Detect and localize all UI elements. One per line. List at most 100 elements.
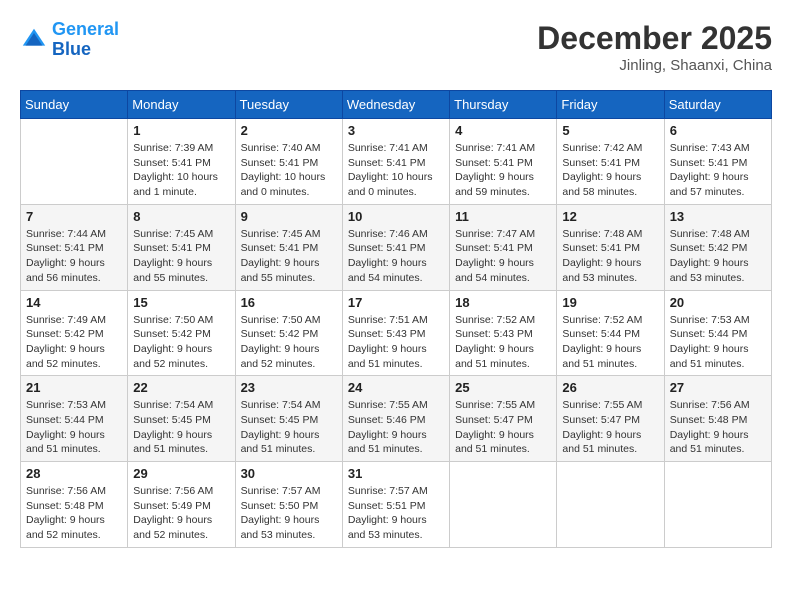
calendar-cell: 10 Sunrise: 7:46 AMSunset: 5:41 PMDayligh… [342, 204, 449, 290]
day-detail: Sunrise: 7:50 AMSunset: 5:42 PMDaylight:… [133, 313, 229, 372]
day-detail: Sunrise: 7:46 AMSunset: 5:41 PMDaylight:… [348, 227, 444, 286]
calendar-cell [557, 462, 664, 548]
day-number: 25 [455, 380, 551, 395]
day-number: 20 [670, 295, 766, 310]
day-number: 29 [133, 466, 229, 481]
calendar-cell: 19 Sunrise: 7:52 AMSunset: 5:44 PMDayligh… [557, 290, 664, 376]
header-day-thursday: Thursday [450, 91, 557, 119]
day-number: 13 [670, 209, 766, 224]
week-row-4: 28Sunrise: 7:56 AMSunset: 5:48 PMDayligh… [21, 462, 772, 548]
day-detail: Sunrise: 7:40 AMSunset: 5:41 PMDaylight:… [241, 141, 337, 200]
day-number: 2 [241, 123, 337, 138]
day-number: 23 [241, 380, 337, 395]
day-number: 21 [26, 380, 122, 395]
page-header: General Blue December 2025 Jinling, Shaa… [20, 20, 772, 74]
day-number: 31 [348, 466, 444, 481]
calendar-cell: 6 Sunrise: 7:43 AMSunset: 5:41 PMDaylight… [664, 119, 771, 205]
day-detail: Sunrise: 7:41 AMSunset: 5:41 PMDaylight:… [455, 141, 551, 200]
day-detail: Sunrise: 7:48 AMSunset: 5:41 PMDaylight:… [562, 227, 658, 286]
day-detail: Sunrise: 7:48 AMSunset: 5:42 PMDaylight:… [670, 227, 766, 286]
day-number: 28 [26, 466, 122, 481]
calendar-cell: 13 Sunrise: 7:48 AMSunset: 5:42 PMDayligh… [664, 204, 771, 290]
day-detail: Sunrise: 7:45 AMSunset: 5:41 PMDaylight:… [241, 227, 337, 286]
calendar-cell: 27 Sunrise: 7:56 AMSunset: 5:48 PMDayligh… [664, 376, 771, 462]
day-detail: Sunrise: 7:52 AMSunset: 5:43 PMDaylight:… [455, 313, 551, 372]
calendar-cell: 4 Sunrise: 7:41 AMSunset: 5:41 PMDaylight… [450, 119, 557, 205]
day-detail: Sunrise: 7:50 AMSunset: 5:42 PMDaylight:… [241, 313, 337, 372]
day-number: 8 [133, 209, 229, 224]
day-number: 3 [348, 123, 444, 138]
calendar-cell: 30Sunrise: 7:57 AMSunset: 5:50 PMDayligh… [235, 462, 342, 548]
calendar-cell: 18 Sunrise: 7:52 AMSunset: 5:43 PMDayligh… [450, 290, 557, 376]
calendar-cell: 28Sunrise: 7:56 AMSunset: 5:48 PMDayligh… [21, 462, 128, 548]
day-detail: Sunrise: 7:44 AMSunset: 5:41 PMDaylight:… [26, 227, 122, 286]
day-number: 1 [133, 123, 229, 138]
day-detail: Sunrise: 7:41 AMSunset: 5:41 PMDaylight:… [348, 141, 444, 200]
day-number: 4 [455, 123, 551, 138]
location: Jinling, Shaanxi, China [537, 57, 772, 74]
logo: General Blue [20, 20, 119, 60]
day-number: 11 [455, 209, 551, 224]
calendar-cell: 26Sunrise: 7:55 AMSunset: 5:47 PMDayligh… [557, 376, 664, 462]
day-detail: Sunrise: 7:57 AMSunset: 5:51 PMDaylight:… [348, 484, 444, 543]
day-detail: Sunrise: 7:54 AMSunset: 5:45 PMDaylight:… [241, 398, 337, 457]
calendar-cell: 5Sunrise: 7:42 AMSunset: 5:41 PMDaylight… [557, 119, 664, 205]
calendar-cell: 12 Sunrise: 7:48 AMSunset: 5:41 PMDayligh… [557, 204, 664, 290]
calendar-cell [450, 462, 557, 548]
day-detail: Sunrise: 7:56 AMSunset: 5:48 PMDaylight:… [670, 398, 766, 457]
calendar-cell: 20 Sunrise: 7:53 AMSunset: 5:44 PMDayligh… [664, 290, 771, 376]
day-number: 24 [348, 380, 444, 395]
month-title: December 2025 [537, 20, 772, 57]
calendar-cell: 11 Sunrise: 7:47 AMSunset: 5:41 PMDayligh… [450, 204, 557, 290]
day-number: 18 [455, 295, 551, 310]
calendar-cell: 1Sunrise: 7:39 AMSunset: 5:41 PMDaylight… [128, 119, 235, 205]
header-day-sunday: Sunday [21, 91, 128, 119]
day-detail: Sunrise: 7:47 AMSunset: 5:41 PMDaylight:… [455, 227, 551, 286]
day-number: 10 [348, 209, 444, 224]
week-row-2: 14Sunrise: 7:49 AMSunset: 5:42 PMDayligh… [21, 290, 772, 376]
day-detail: Sunrise: 7:53 AMSunset: 5:44 PMDaylight:… [26, 398, 122, 457]
day-detail: Sunrise: 7:43 AMSunset: 5:41 PMDaylight:… [670, 141, 766, 200]
calendar-cell [664, 462, 771, 548]
day-number: 19 [562, 295, 658, 310]
day-number: 6 [670, 123, 766, 138]
calendar-cell [21, 119, 128, 205]
header-day-monday: Monday [128, 91, 235, 119]
day-number: 30 [241, 466, 337, 481]
day-detail: Sunrise: 7:45 AMSunset: 5:41 PMDaylight:… [133, 227, 229, 286]
day-detail: Sunrise: 7:42 AMSunset: 5:41 PMDaylight:… [562, 141, 658, 200]
day-detail: Sunrise: 7:54 AMSunset: 5:45 PMDaylight:… [133, 398, 229, 457]
week-row-3: 21 Sunrise: 7:53 AMSunset: 5:44 PMDayligh… [21, 376, 772, 462]
day-number: 14 [26, 295, 122, 310]
day-number: 12 [562, 209, 658, 224]
day-number: 7 [26, 209, 122, 224]
title-block: December 2025 Jinling, Shaanxi, China [537, 20, 772, 74]
header-day-wednesday: Wednesday [342, 91, 449, 119]
logo-text: General Blue [52, 20, 119, 60]
calendar-header-row: SundayMondayTuesdayWednesdayThursdayFrid… [21, 91, 772, 119]
calendar-cell: 16 Sunrise: 7:50 AMSunset: 5:42 PMDayligh… [235, 290, 342, 376]
day-number: 16 [241, 295, 337, 310]
day-number: 26 [562, 380, 658, 395]
calendar-cell: 3 Sunrise: 7:41 AMSunset: 5:41 PMDaylight… [342, 119, 449, 205]
calendar-cell: 17Sunrise: 7:51 AMSunset: 5:43 PMDayligh… [342, 290, 449, 376]
day-detail: Sunrise: 7:55 AMSunset: 5:46 PMDaylight:… [348, 398, 444, 457]
header-day-friday: Friday [557, 91, 664, 119]
calendar-cell: 15Sunrise: 7:50 AMSunset: 5:42 PMDayligh… [128, 290, 235, 376]
day-number: 27 [670, 380, 766, 395]
calendar-cell: 29 Sunrise: 7:56 AMSunset: 5:49 PMDayligh… [128, 462, 235, 548]
calendar-cell: 22 Sunrise: 7:54 AMSunset: 5:45 PMDayligh… [128, 376, 235, 462]
logo-icon [20, 26, 48, 54]
day-detail: Sunrise: 7:55 AMSunset: 5:47 PMDaylight:… [455, 398, 551, 457]
calendar-cell: 7 Sunrise: 7:44 AMSunset: 5:41 PMDaylight… [21, 204, 128, 290]
calendar-cell: 31 Sunrise: 7:57 AMSunset: 5:51 PMDayligh… [342, 462, 449, 548]
day-detail: Sunrise: 7:53 AMSunset: 5:44 PMDaylight:… [670, 313, 766, 372]
day-number: 22 [133, 380, 229, 395]
day-detail: Sunrise: 7:52 AMSunset: 5:44 PMDaylight:… [562, 313, 658, 372]
header-day-tuesday: Tuesday [235, 91, 342, 119]
week-row-0: 1Sunrise: 7:39 AMSunset: 5:41 PMDaylight… [21, 119, 772, 205]
calendar-cell: 2 Sunrise: 7:40 AMSunset: 5:41 PMDaylight… [235, 119, 342, 205]
calendar-cell: 14Sunrise: 7:49 AMSunset: 5:42 PMDayligh… [21, 290, 128, 376]
week-row-1: 7 Sunrise: 7:44 AMSunset: 5:41 PMDaylight… [21, 204, 772, 290]
day-detail: Sunrise: 7:56 AMSunset: 5:49 PMDaylight:… [133, 484, 229, 543]
